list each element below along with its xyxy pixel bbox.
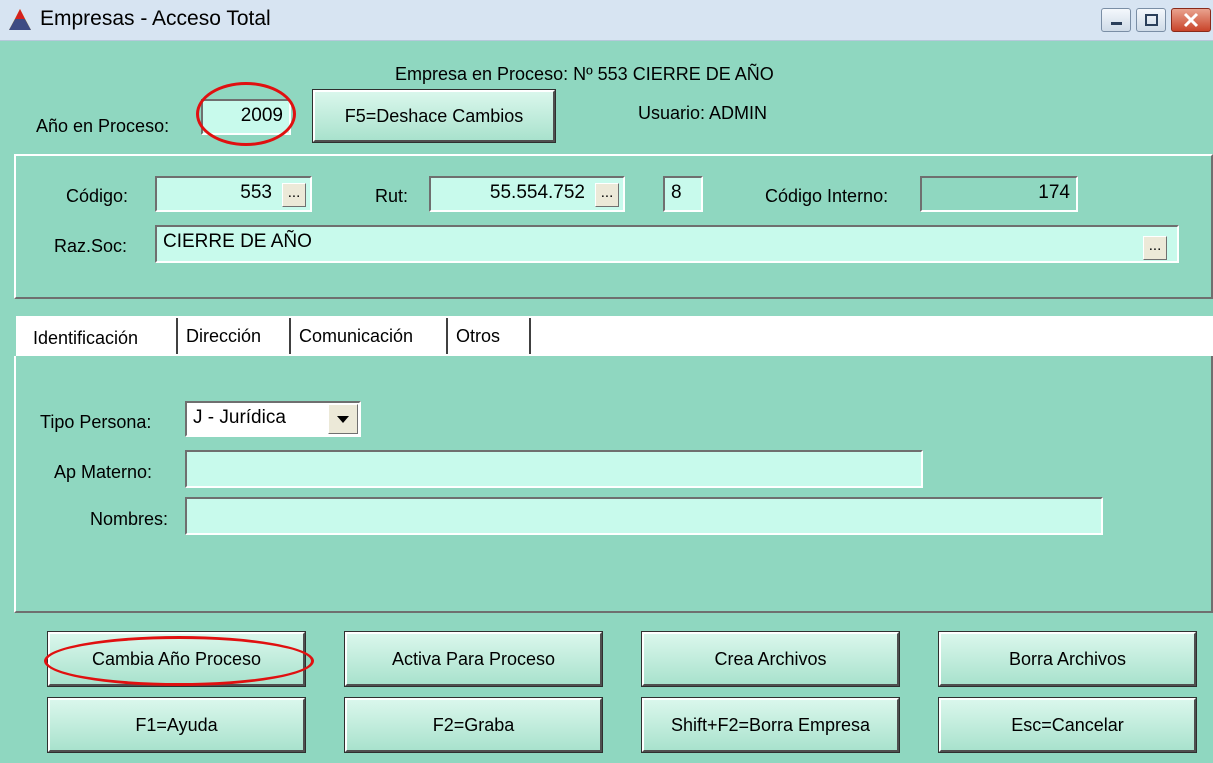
usuario-label: Usuario: ADMIN [638,103,768,123]
dropdown-button[interactable] [328,404,358,434]
window: Empresas - Acceso Total Empresa en Proce… [0,0,1213,763]
codigo-lookup-button[interactable]: ... [282,183,306,207]
ayuda-button[interactable]: F1=Ayuda [47,697,306,753]
ap-materno-label: Ap Materno: [54,462,153,482]
borra-archivos-button[interactable]: Borra Archivos [938,631,1197,687]
codigo-interno-label: Código Interno: [765,186,889,206]
razsoc-lookup-button[interactable]: ... [1143,236,1167,260]
tipo-persona-select[interactable]: J - Jurídica [185,401,361,437]
deshace-cambios-button[interactable]: F5=Deshace Cambios [312,89,556,143]
app-logo-icon [9,9,31,30]
maximize-button[interactable] [1136,8,1166,32]
tab-comunicacion[interactable]: Comunicación [292,320,444,354]
minimize-button[interactable] [1101,8,1131,32]
close-icon [1183,12,1199,28]
tipo-persona-label: Tipo Persona: [40,412,152,432]
rut-label: Rut: [375,186,409,206]
tab-identificacion[interactable]: Identificación [26,320,174,354]
codigo-interno-field: 174 [920,176,1078,212]
ap-materno-input[interactable] [185,450,923,488]
tab-separator [445,318,448,354]
rut-lookup-button[interactable]: ... [595,183,619,207]
tab-separator [175,318,178,354]
tab-separator [288,318,291,354]
razsoc-label: Raz.Soc: [54,236,128,256]
tab-direccion[interactable]: Dirección [179,320,287,354]
title-bar: Empresas - Acceso Total [0,0,1213,41]
maximize-icon [1145,14,1158,26]
chevron-down-icon [337,416,349,423]
anio-en-proceso-label: Año en Proceso: [36,116,170,136]
razsoc-input[interactable]: CIERRE DE AÑO [155,225,1179,263]
codigo-label: Código: [66,186,129,206]
window-title: Empresas - Acceso Total [40,7,271,30]
minimize-icon [1111,22,1122,25]
nombres-label: Nombres: [90,509,169,529]
anio-en-proceso-input[interactable]: 2009 [201,99,291,135]
tipo-persona-value: J - Jurídica [193,407,286,428]
crea-archivos-button[interactable]: Crea Archivos [641,631,900,687]
rut-dv-input[interactable]: 8 [663,176,703,212]
cancelar-button[interactable]: Esc=Cancelar [938,697,1197,753]
close-button[interactable] [1171,8,1211,32]
tab-otros[interactable]: Otros [449,320,527,354]
borra-empresa-button[interactable]: Shift+F2=Borra Empresa [641,697,900,753]
empresa-en-proceso: Empresa en Proceso: Nº 553 CIERRE DE AÑO [395,64,774,84]
nombres-input[interactable] [185,497,1103,535]
activa-para-proceso-button[interactable]: Activa Para Proceso [344,631,603,687]
graba-button[interactable]: F2=Graba [344,697,603,753]
cambia-anio-proceso-button[interactable]: Cambia Año Proceso [47,631,306,687]
tab-separator [528,318,531,354]
